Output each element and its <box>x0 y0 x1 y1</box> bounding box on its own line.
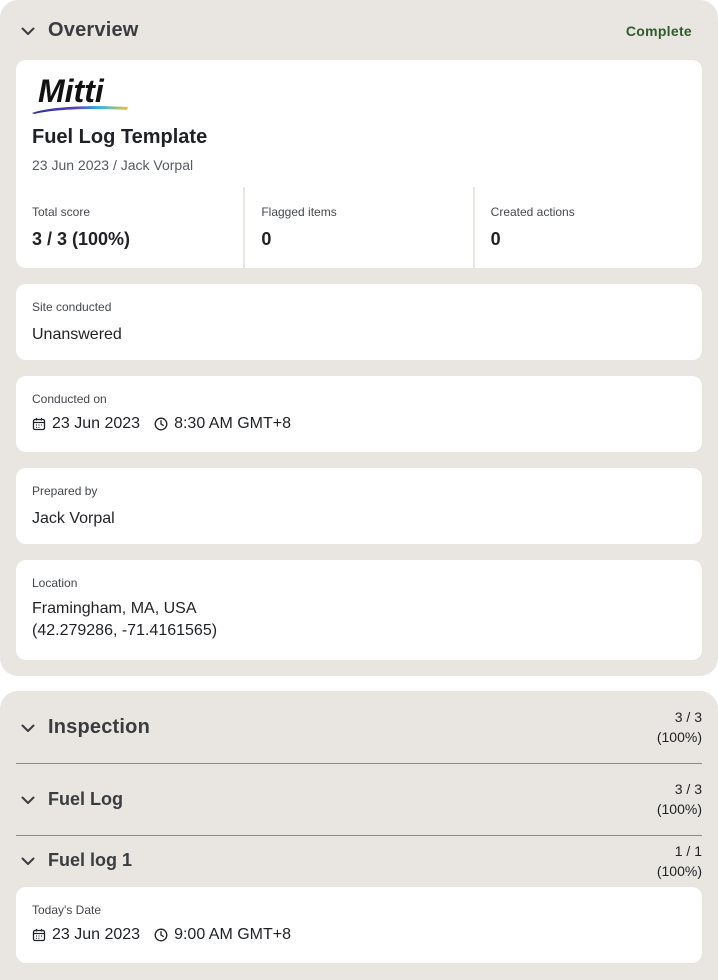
score-fraction: 1 / 1 <box>674 843 702 859</box>
fuel-log-1-title: Fuel log 1 <box>48 850 133 870</box>
fuel-log-1-score: 1 / 1 (100%) <box>657 841 702 881</box>
conducted-on-time: 8:30 AM GMT+8 <box>174 415 292 432</box>
overview-title: Overview <box>48 19 139 41</box>
field-label: Site conducted <box>32 300 112 314</box>
divider <box>16 835 702 836</box>
prepared-by-value: Jack Vorpal <box>32 510 115 527</box>
fuel-log-header[interactable]: Fuel Log 3 / 3 (100%) <box>0 777 718 823</box>
fuel-log-title: Fuel Log <box>48 789 123 809</box>
conducted-on-date: 23 Jun 2023 <box>52 415 141 432</box>
stat-label: Flagged items <box>261 205 337 219</box>
field-label: Today's Date <box>32 903 101 917</box>
todays-date-datetime: 23 Jun 2023 9:00 AM GMT+8 <box>32 926 291 944</box>
inspection-panel: Inspection 3 / 3 (100%) Fuel Log 3 / 3 (… <box>0 691 718 980</box>
score-fraction: 3 / 3 <box>674 709 702 725</box>
calendar-icon <box>32 417 46 431</box>
chevron-down-icon[interactable] <box>20 853 36 869</box>
fuel-log-1-header[interactable]: Fuel log 1 1 / 1 (100%) <box>0 841 718 881</box>
todays-date-card: Today's Date 23 Jun 2023 9:00 AM GMT+8 <box>16 887 702 963</box>
location-card: Location Framingham, MA, USA (42.279286,… <box>16 560 702 660</box>
status-badge: Complete <box>625 23 692 39</box>
chevron-down-icon[interactable] <box>20 23 36 39</box>
field-label: Conducted on <box>32 392 107 406</box>
chevron-down-icon[interactable] <box>20 720 36 736</box>
score-fraction: 3 / 3 <box>674 781 702 797</box>
site-conducted-value: Unanswered <box>32 326 122 343</box>
stat-value: 3 / 3 (100%) <box>32 229 131 249</box>
stat-value: 0 <box>261 229 272 249</box>
clock-icon <box>154 928 168 942</box>
inspection-header[interactable]: Inspection 3 / 3 (100%) <box>0 705 718 751</box>
location-value[interactable]: Framingham, MA, USA (42.279286, -71.4161… <box>32 598 217 642</box>
site-conducted-card: Site conducted Unanswered <box>16 284 702 360</box>
stat-total-score: Total score 3 / 3 (100%) <box>16 187 244 268</box>
score-percent: (100%) <box>656 863 702 879</box>
todays-date-time: 9:00 AM GMT+8 <box>174 926 292 943</box>
stat-created-actions[interactable]: Created actions 0 <box>474 187 702 268</box>
stat-value: 0 <box>490 229 501 249</box>
divider <box>16 763 702 764</box>
fuel-log-score: 3 / 3 (100%) <box>657 779 702 819</box>
logo-text: Mitti <box>38 74 105 109</box>
stat-flagged-items[interactable]: Flagged items 0 <box>245 187 473 268</box>
overview-header[interactable]: Overview Complete <box>0 18 718 44</box>
template-name: Fuel Log Template <box>32 126 208 148</box>
location-address: Framingham, MA, USA <box>32 600 197 617</box>
stat-label: Created actions <box>490 205 575 219</box>
clock-icon <box>154 417 168 431</box>
location-coordinates: (42.279286, -71.4161565) <box>32 622 218 639</box>
inspection-title: Inspection <box>48 716 151 738</box>
score-percent: (100%) <box>656 729 702 745</box>
field-label: Location <box>32 576 78 590</box>
calendar-icon <box>32 928 46 942</box>
inspection-score: 3 / 3 (100%) <box>657 707 702 747</box>
field-label: Prepared by <box>32 484 98 498</box>
score-percent: (100%) <box>656 801 702 817</box>
stats-row: Total score 3 / 3 (100%) Flagged items 0… <box>16 187 702 268</box>
conducted-on-datetime: 23 Jun 2023 8:30 AM GMT+8 <box>32 415 291 433</box>
chevron-down-icon[interactable] <box>20 792 36 808</box>
prepared-by-card: Prepared by Jack Vorpal <box>16 468 702 544</box>
todays-date-date: 23 Jun 2023 <box>52 926 141 943</box>
mitti-logo: Mitti <box>32 73 134 114</box>
conducted-on-card: Conducted on 23 Jun 2023 8:30 AM GMT+8 <box>16 376 702 452</box>
template-subtitle: 23 Jun 2023 / Jack Vorpal <box>32 157 194 173</box>
stat-label: Total score <box>32 205 91 219</box>
overview-panel: Overview Complete Mitti Fuel Log Templat… <box>0 0 718 676</box>
